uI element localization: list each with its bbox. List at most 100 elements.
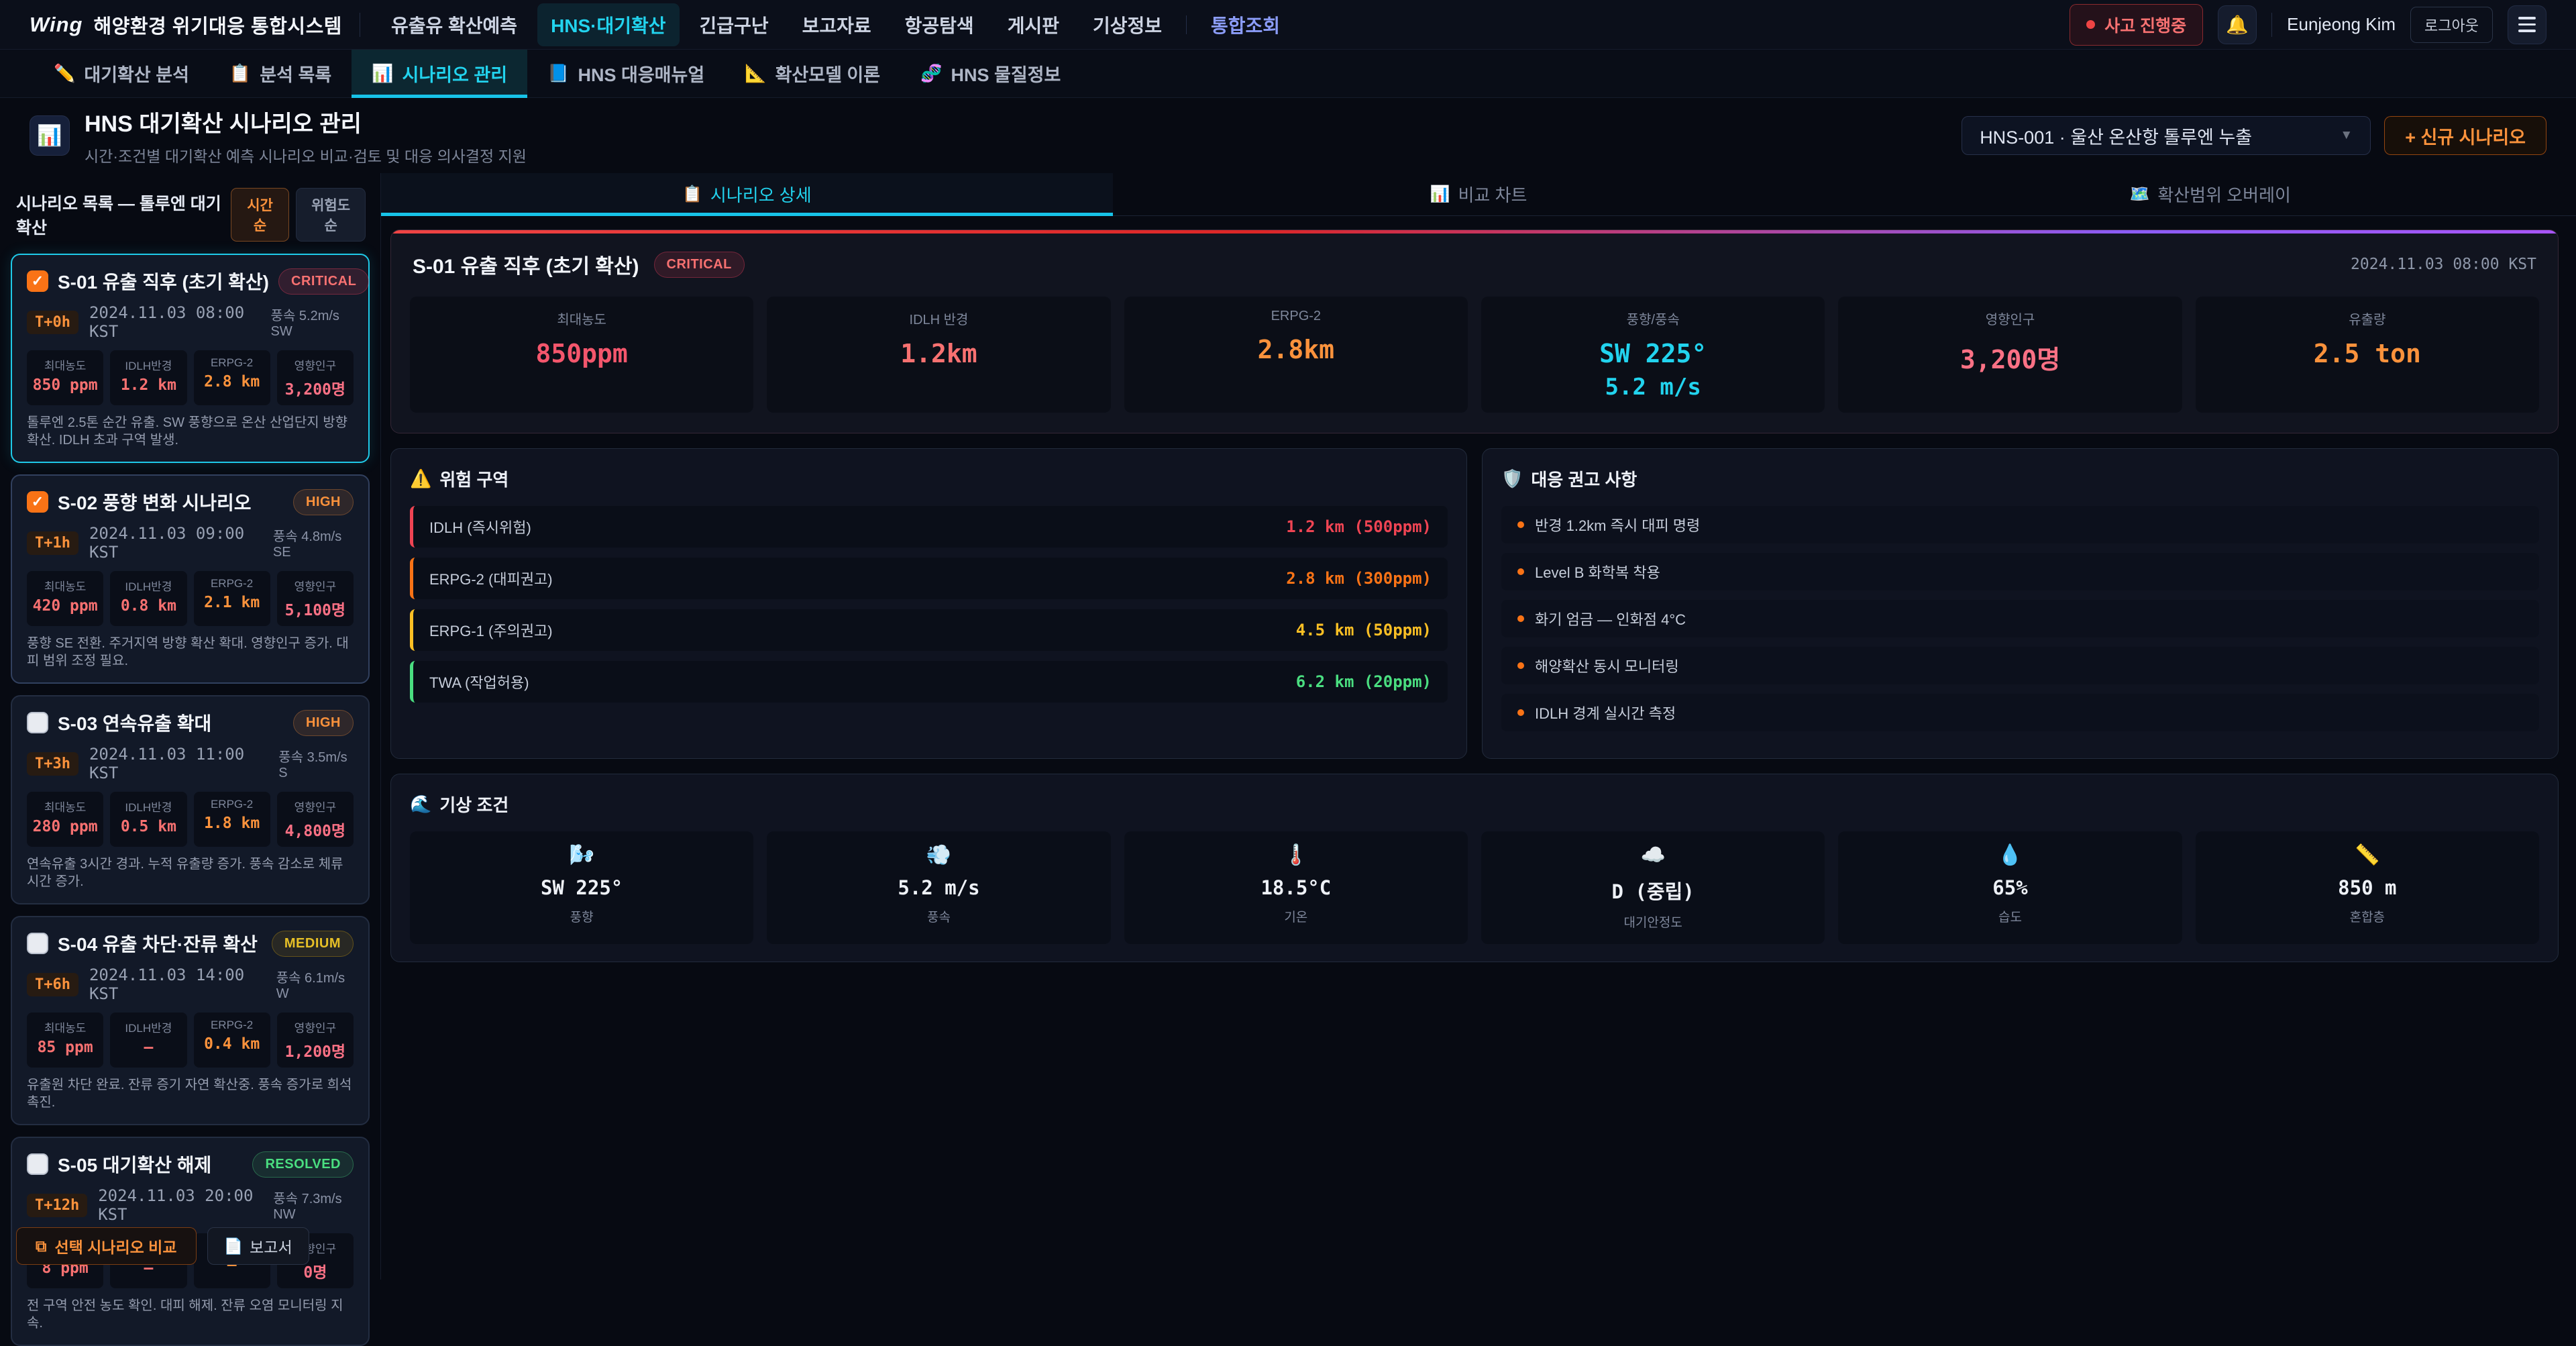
main-nav-item[interactable]: 항공탐색 (892, 3, 987, 46)
stat-value: 4,800명 (280, 818, 351, 841)
detail-tab[interactable]: 📋시나리오 상세 (381, 173, 1113, 215)
detail-tab[interactable]: 🗺️확산범위 오버레이 (1844, 173, 2576, 215)
logout-button[interactable]: 로그아웃 (2410, 7, 2493, 43)
sidebar-title: 시나리오 목록 — 톨루엔 대기확산 (16, 191, 231, 239)
scenario-checkbox[interactable] (27, 933, 48, 954)
main-nav-item[interactable]: 통합조회 (1197, 3, 1293, 46)
compare-scenarios-button[interactable]: ⧉ 선택 시나리오 비교 (16, 1227, 197, 1265)
scenario-select-value: HNS-001 · 울산 온산항 톨루엔 누출 (1980, 123, 2252, 149)
stat-label: ERPG-2 (197, 356, 268, 370)
stat-value: 1.2 km (113, 376, 184, 394)
stat-value: 2.1 km (197, 594, 268, 611)
scenario-timestamp: 2024.11.03 20:00 KST (98, 1186, 262, 1224)
sub-nav-tab-label: HNS 물질정보 (951, 60, 1061, 87)
scenario-card[interactable]: ✓S-02 풍향 변화 시나리오HIGHT+1h2024.11.03 09:00… (11, 474, 370, 684)
scenario-select[interactable]: HNS-001 · 울산 온산항 톨루엔 누출 ▼ (1962, 116, 2371, 155)
scenario-description: 풍향 SE 전환. 주거지역 방향 확산 확대. 영향인구 증가. 대피 범위 … (27, 635, 354, 670)
scenario-card[interactable]: S-03 연속유출 확대HIGHT+3h2024.11.03 11:00 KST… (11, 695, 370, 904)
new-scenario-button[interactable]: + 신규 시나리오 (2384, 116, 2546, 155)
detail-stat-value: 2.8km (1128, 335, 1464, 364)
notification-bell-button[interactable]: 🔔 (2218, 5, 2257, 44)
detail-stat-value: 2.5 ton (2200, 339, 2535, 368)
main-nav-item[interactable]: 긴급구난 (686, 3, 782, 46)
weather-value: 5.2 m/s (771, 876, 1106, 899)
weather-cell: 💨5.2 m/s풍속 (767, 831, 1110, 944)
stat-value: 3,200명 (280, 376, 351, 399)
danger-zone-row: ERPG-2 (대피권고)2.8 km (300ppm) (410, 558, 1448, 599)
scenario-stats: 최대농도85 ppmIDLH반경—ERPG-20.4 km영향인구1,200명 (27, 1013, 354, 1068)
bullet-icon (1517, 662, 1524, 669)
sub-nav-tab-label: HNS 대응매뉴얼 (578, 60, 704, 87)
sub-nav-tab-label: 확산모델 이론 (775, 60, 881, 87)
sort-button[interactable]: 시간순 (231, 188, 289, 242)
sub-nav-tab-label: 시나리오 관리 (402, 60, 508, 87)
scenario-timestamp: 2024.11.03 08:00 KST (89, 303, 260, 341)
stat-label: 영향인구 (280, 1019, 351, 1035)
main-nav-item[interactable]: 유출유 확산예측 (378, 3, 531, 46)
bullet-icon (1517, 521, 1524, 528)
scenario-card[interactable]: ✓S-01 유출 직후 (초기 확산)CRITICALT+0h2024.11.0… (11, 254, 370, 463)
content: 시나리오 목록 — 톨루엔 대기확산 시간순위험도순 ✓S-01 유출 직후 (… (0, 173, 2576, 1280)
recommendation-text: Level B 화학복 착용 (1535, 561, 1660, 582)
sub-nav-tab[interactable]: 📋분석 목록 (209, 50, 352, 97)
stat-box: 영향인구4,800명 (277, 792, 354, 847)
detail-stat-label: 유출량 (2200, 309, 2535, 328)
sub-nav-tab[interactable]: ✏️대기확산 분석 (34, 50, 209, 97)
recommendation-item: 반경 1.2km 즉시 대피 명령 (1501, 506, 2539, 543)
sub-nav-tab[interactable]: 📐확산모델 이론 (724, 50, 900, 97)
time-offset-badge: T+6h (27, 973, 78, 996)
stat-value: 850 ppm (30, 376, 101, 394)
incident-status-label: 사고 진행중 (2104, 13, 2186, 37)
document-icon: 📄 (224, 1237, 244, 1255)
recommendation-item: 화기 엄금 — 인화점 4°C (1501, 600, 2539, 637)
main-nav-item[interactable]: 보고자료 (789, 3, 885, 46)
scenario-checkbox[interactable] (27, 712, 48, 733)
sub-nav-tab[interactable]: 🧬HNS 물질정보 (900, 50, 1081, 97)
main-nav-item[interactable]: 게시판 (994, 3, 1073, 46)
scenario-checkbox[interactable]: ✓ (27, 491, 48, 513)
recommendations-title: 대응 권고 사항 (1531, 466, 1637, 491)
stat-box: 영향인구 1,200명 (277, 1013, 354, 1068)
detail-timestamp: 2024.11.03 08:00 KST (2351, 256, 2536, 273)
app-title: 해양환경 위기대응 통합시스템 (93, 11, 341, 39)
stat-box: IDLH반경0.5 km (110, 792, 186, 847)
weather-panel: 🌊 기상 조건 🌬️SW 225°풍향💨5.2 m/s풍속🌡️18.5°C기온☁… (390, 774, 2559, 962)
wind-summary: 풍속 5.2m/s SW (271, 305, 354, 340)
scenario-checkbox[interactable] (27, 1153, 48, 1175)
scenario-timestamp: 2024.11.03 14:00 KST (89, 966, 266, 1003)
weather-label: 대기안정도 (1485, 913, 1821, 931)
scenario-card[interactable]: S-04 유출 차단·잔류 확산MEDIUMT+6h2024.11.03 14:… (11, 916, 370, 1125)
sort-button[interactable]: 위험도순 (296, 188, 366, 242)
user-name: Eunjeong Kim (2287, 14, 2396, 35)
detail-tab[interactable]: 📊비교 차트 (1113, 173, 1845, 215)
stat-label: ERPG-2 (197, 577, 268, 590)
stat-label: 영향인구 (280, 577, 351, 594)
scenario-description: 전 구역 안전 농도 확인. 대피 해제. 잔류 오염 모니터링 지속. (27, 1297, 354, 1332)
stat-label: 최대농도 (30, 356, 101, 373)
wind-summary: 풍속 7.3m/s NW (273, 1188, 354, 1223)
stat-value: 1,200명 (280, 1039, 351, 1062)
scenario-card-title: S-04 유출 차단·잔류 확산 (58, 930, 262, 957)
sub-nav-tab[interactable]: 📘HNS 대응매뉴얼 (527, 50, 724, 97)
pencil-icon: ✏️ (54, 63, 75, 84)
hamburger-menu-button[interactable] (2508, 5, 2546, 44)
time-offset-badge: T+3h (27, 752, 78, 776)
detail-stat-value: 1.2km (771, 339, 1106, 368)
detail-stat-box: 유출량 2.5 ton (2196, 297, 2539, 413)
compare-icon: ⧉ (36, 1237, 46, 1255)
danger-zone-row: IDLH (즉시위험)1.2 km (500ppm) (410, 506, 1448, 548)
detail-stat-box: ERPG-2 2.8km (1124, 297, 1468, 413)
stat-box: ERPG-22.8 km (194, 350, 270, 405)
report-button[interactable]: 📄 보고서 (207, 1227, 309, 1265)
main-nav-item[interactable]: HNS·대기확산 (537, 3, 679, 46)
detail-stat-label: ERPG-2 (1128, 309, 1464, 324)
sub-nav-tab[interactable]: 📊시나리오 관리 (352, 50, 527, 97)
weather-value: 65% (1842, 876, 2178, 899)
divider (1186, 15, 1187, 34)
stat-box: 영향인구3,200명 (277, 350, 354, 405)
main-nav-item[interactable]: 기상정보 (1079, 3, 1175, 46)
danger-zone-row: TWA (작업허용)6.2 km (20ppm) (410, 661, 1448, 703)
scenario-checkbox[interactable]: ✓ (27, 270, 48, 292)
severity-badge: RESOLVED (252, 1151, 354, 1178)
stat-box: ERPG-2 2.1 km (194, 571, 270, 626)
